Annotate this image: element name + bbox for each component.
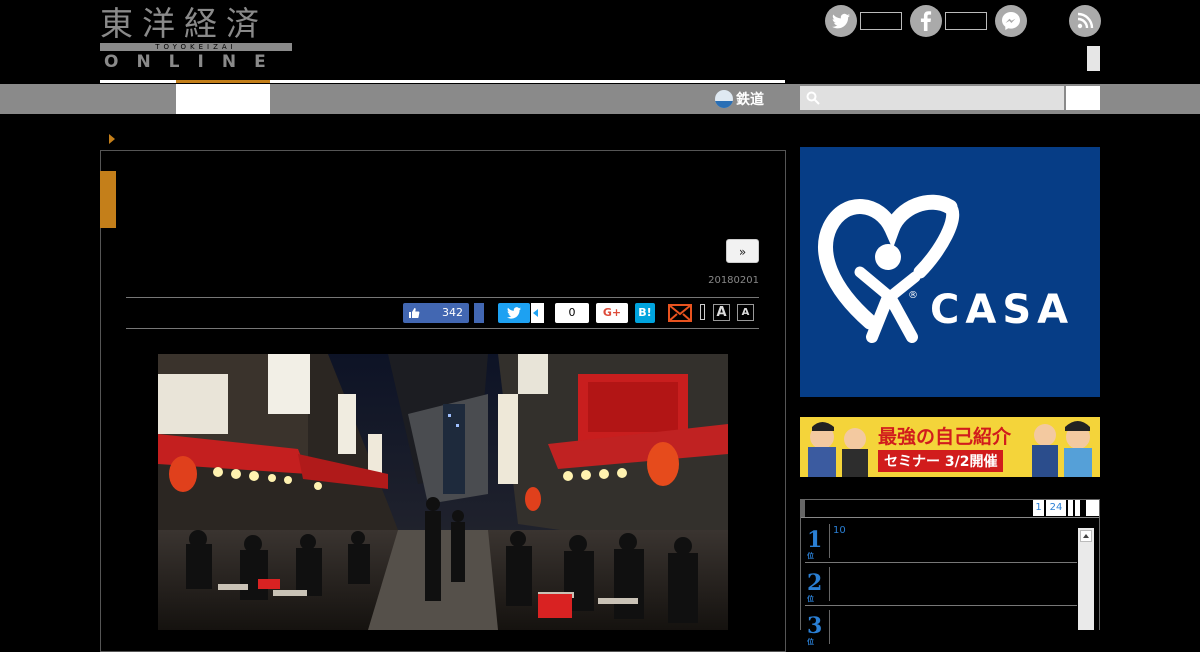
facebook-like-button[interactable] [910,5,942,37]
header-divider-accent [176,80,270,83]
ranking-tab-4[interactable] [1075,500,1080,516]
share-divider-top [126,297,759,298]
divider-tick [700,304,705,320]
facebook-like-count [945,12,987,30]
search-input[interactable] [800,86,1064,110]
seminar-ad-title: 最強の自己紹介 [878,426,1012,448]
mail-icon[interactable] [668,304,692,322]
rss-icon [1077,12,1094,29]
ranking-separator [829,524,830,558]
ranking-scrollbar[interactable] [1078,528,1094,630]
logo-online: ONLINE [104,52,284,72]
messenger-icon [1002,12,1020,30]
login-button[interactable] [1087,46,1100,71]
casa-ad-text: CASA [930,287,1075,333]
ranking-item[interactable]: 2位 [805,563,1077,606]
twitter-follow-button[interactable] [825,5,857,37]
ranking-item[interactable]: 1位 10 [805,520,1077,563]
train-icon [715,90,733,108]
pocket-count[interactable]: 0 [555,303,589,323]
scroll-up-arrow-icon[interactable] [1080,530,1092,542]
nav-item-rail-label: 鉄道 [736,92,764,108]
site-logo[interactable]: 東洋経済 TOYOKEIZAI ONLINE [100,6,292,72]
facebook-icon [920,11,932,32]
casa-registered-mark: ® [908,290,918,301]
logo-kanji: 東洋経済 [100,4,268,43]
ranking-tab-24[interactable]: 24 [1046,500,1066,516]
casa-heart-logo-icon [818,194,960,343]
like-count: 342 [442,306,463,319]
seminar-ad-subtitle: セミナー 3/2開催 [878,450,1004,472]
next-page-button[interactable]: » [726,239,759,263]
ranking-title[interactable]: 10 [833,525,846,536]
ranking-tab-5[interactable] [1086,500,1099,516]
facebook-share-button[interactable] [474,303,484,323]
ranking-separator [829,610,830,644]
ranking-header-accent [801,499,805,517]
ranking-number: 2位 [807,570,823,603]
nav-item-rail[interactable]: 鉄道 [715,87,764,111]
thumbs-up-icon [409,308,420,318]
twitter-icon [832,13,850,29]
seminar-ad-banner[interactable]: 最強の自己紹介 セミナー 3/2開催 [800,417,1100,477]
search-icon [806,91,820,105]
rss-button[interactable] [1069,5,1101,37]
article-photo [158,354,728,630]
tweet-count-bubble [531,303,544,323]
ranking-item[interactable]: 3位 [805,606,1077,645]
ranking-number: 1位 [807,527,823,560]
google-plus-button[interactable]: G+ [596,303,628,323]
article-date: 20180201 [708,275,759,286]
facebook-like-share-button[interactable]: 342 [403,303,469,323]
font-size-large-button[interactable]: A [713,304,730,321]
ranking-tab-3[interactable] [1068,500,1073,516]
ranking-header-line [801,517,1099,518]
logo-romaji: TOYOKEIZAI [100,43,292,51]
search-button[interactable] [1066,86,1100,110]
messenger-button[interactable] [995,5,1027,37]
ranking-tab-1[interactable]: 1 [1033,500,1044,516]
twitter-follow-count [860,12,902,30]
article-title-accent [100,171,116,228]
nav-tab-active[interactable] [176,84,270,114]
breadcrumb-arrow-icon [109,134,115,144]
twitter-icon [507,307,521,319]
font-size-small-button[interactable]: A [737,304,754,321]
tweet-button[interactable] [498,303,530,323]
ranking-separator [829,567,830,601]
share-divider-bottom [126,328,759,329]
hatena-bookmark-button[interactable]: B! [635,303,655,323]
casa-ad[interactable]: ® CASA [800,147,1100,397]
